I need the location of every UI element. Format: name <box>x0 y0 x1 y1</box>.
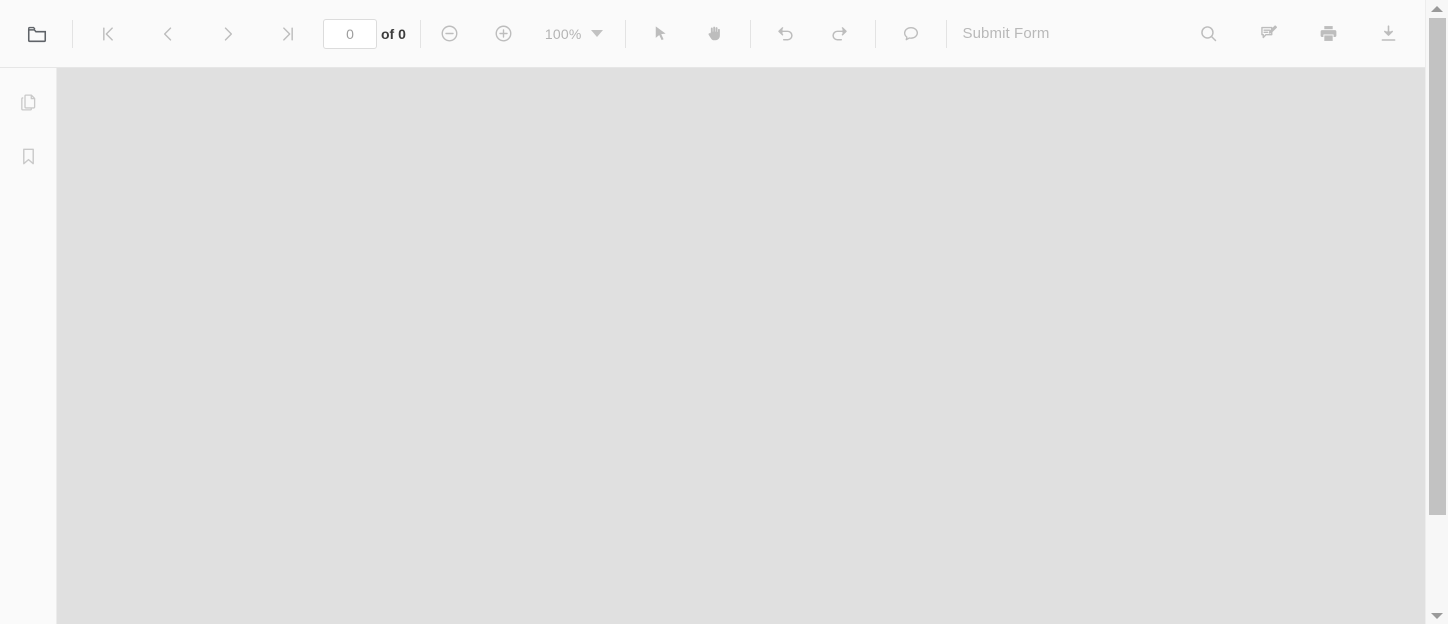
zoom-out-button[interactable] <box>431 15 469 53</box>
undo-icon <box>775 23 796 44</box>
pan-tool-button[interactable] <box>696 15 734 53</box>
undo-button[interactable] <box>767 15 805 53</box>
page-number-input[interactable] <box>323 18 377 49</box>
redo-icon <box>829 23 850 44</box>
search-button[interactable] <box>1189 15 1227 53</box>
comment-bubble-icon <box>901 24 921 44</box>
toolbar: of 0 100% <box>0 0 1425 68</box>
next-page-button[interactable] <box>209 15 247 53</box>
submit-form-button[interactable]: Submit Form <box>947 25 1050 42</box>
last-page-icon <box>278 24 298 44</box>
cursor-arrow-icon <box>651 24 670 43</box>
chevron-right-icon <box>218 24 238 44</box>
scroll-down-button[interactable] <box>1426 607 1448 624</box>
toolbar-separator <box>749 19 751 48</box>
download-icon <box>1378 23 1399 44</box>
pdf-viewer-app: of 0 100% <box>0 0 1448 624</box>
hand-icon <box>705 24 724 43</box>
zoom-in-icon <box>493 23 514 44</box>
print-icon <box>1318 23 1339 44</box>
chevron-left-icon <box>158 24 178 44</box>
zoom-level-select[interactable]: 100% <box>539 22 609 46</box>
vertical-scrollbar[interactable] <box>1425 0 1448 624</box>
toolbar-separator <box>72 19 73 48</box>
sidebar <box>0 68 57 624</box>
scroll-up-icon <box>1431 5 1443 12</box>
previous-page-button[interactable] <box>149 15 187 53</box>
redo-button[interactable] <box>821 15 859 53</box>
select-tool-button[interactable] <box>642 15 680 53</box>
sidebar-item-page-thumbnails[interactable] <box>8 85 48 125</box>
zoom-level-value: 100% <box>544 25 582 42</box>
annotate-edit-icon <box>1258 23 1279 44</box>
comment-button[interactable] <box>892 15 930 53</box>
page-thumbnails-icon <box>18 92 39 118</box>
print-button[interactable] <box>1309 15 1347 53</box>
first-page-button[interactable] <box>89 15 127 53</box>
chevron-down-icon <box>590 30 603 37</box>
zoom-in-button[interactable] <box>485 15 523 53</box>
search-icon <box>1198 23 1219 44</box>
open-file-button[interactable] <box>18 15 56 53</box>
zoom-out-icon <box>439 23 460 44</box>
scroll-down-icon <box>1431 612 1443 619</box>
document-viewport[interactable] <box>57 68 1425 624</box>
sidebar-item-bookmarks[interactable] <box>8 139 48 179</box>
folder-icon <box>26 23 48 45</box>
page-total-label: of 0 <box>381 25 406 42</box>
download-button[interactable] <box>1369 15 1407 53</box>
first-page-icon <box>98 24 118 44</box>
toolbar-separator <box>419 19 421 48</box>
annotate-button[interactable] <box>1249 15 1287 53</box>
scrollbar-thumb[interactable] <box>1429 18 1446 515</box>
scroll-up-button[interactable] <box>1426 0 1448 17</box>
bookmark-icon <box>18 146 39 172</box>
toolbar-separator <box>874 19 876 48</box>
last-page-button[interactable] <box>269 15 307 53</box>
toolbar-separator <box>624 19 626 48</box>
